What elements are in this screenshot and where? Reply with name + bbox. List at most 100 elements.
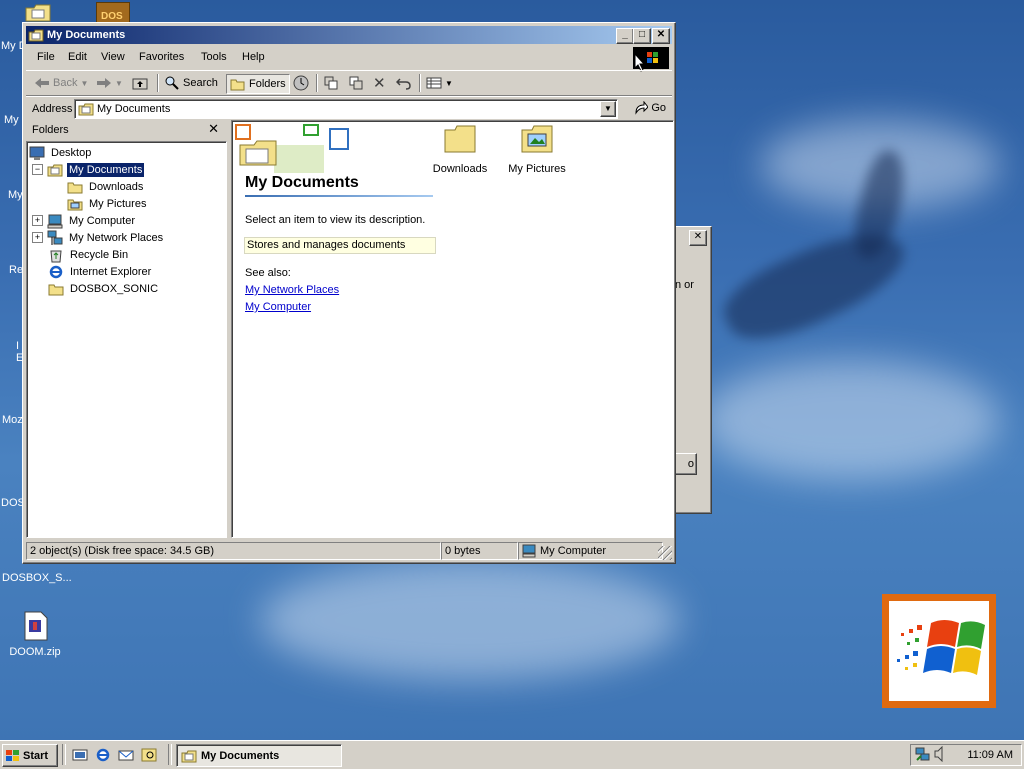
search-icon (165, 76, 179, 90)
background-dialog-text: n or (675, 279, 694, 291)
tree-item-dosbox-sonic[interactable]: DOSBOX_SONIC (48, 280, 160, 297)
tree-item-label: My Network Places (69, 231, 164, 244)
expand-icon[interactable]: + (32, 232, 43, 243)
menu-tools[interactable]: Tools (201, 51, 227, 63)
back-button[interactable]: Back ▼ (34, 74, 88, 92)
file-item-my-pictures[interactable]: My Pictures (504, 124, 570, 175)
cloud (260, 560, 680, 680)
link-my-network-places[interactable]: My Network Places (245, 284, 339, 296)
desktop-label-dosbox-sonic[interactable]: DOSBOX_S... (2, 572, 72, 584)
desktop-icon-label: DOOM.zip (9, 646, 61, 658)
folders-button[interactable]: Folders (226, 74, 290, 94)
search-button[interactable]: Search (164, 74, 218, 92)
standard-toolbar: Back ▼ ▼ Search Folders ✕ ▼ (26, 70, 672, 96)
network-status-icon[interactable] (915, 746, 931, 762)
link-my-computer[interactable]: My Computer (245, 301, 311, 313)
address-dropdown-button[interactable]: ▼ (600, 101, 616, 117)
expand-icon[interactable]: + (32, 215, 43, 226)
dropdown-arrow-icon: ▼ (80, 78, 89, 88)
my-documents-icon (28, 27, 44, 43)
tree-item-my-pictures[interactable]: My Pictures (67, 195, 148, 212)
title-bar[interactable]: My Documents _ □ ✕ (26, 26, 672, 44)
views-icon (426, 77, 442, 89)
volume-icon[interactable] (933, 746, 947, 762)
search-label: Search (183, 77, 218, 89)
tree-item-label: My Pictures (89, 197, 147, 210)
history-button[interactable] (292, 74, 310, 92)
folder-banner-graphic (234, 123, 354, 173)
dropdown-arrow-icon: ▼ (445, 78, 453, 88)
tree-item-downloads[interactable]: Downloads (67, 178, 145, 195)
folders-pane-header: Folders ✕ (26, 120, 225, 140)
tree-item-my-computer[interactable]: + My Computer (32, 212, 137, 229)
desktop-label[interactable]: Moz (2, 414, 23, 426)
folder-banner-icon (235, 124, 349, 173)
maximize-button[interactable]: □ (633, 28, 651, 44)
menu-help[interactable]: Help (242, 51, 265, 63)
address-input[interactable]: My Documents ▼ (74, 99, 618, 119)
views-button[interactable]: ▼ (426, 74, 453, 92)
heading-underline (245, 195, 433, 197)
move-to-button[interactable] (323, 74, 339, 92)
tree-item-my-documents[interactable]: − My Documents (32, 161, 146, 178)
tree-item-my-network-places[interactable]: + My Network Places (32, 229, 165, 246)
menu-file[interactable]: File (37, 51, 55, 63)
desktop-label[interactable]: I (16, 340, 19, 352)
resize-grip-icon[interactable] (658, 546, 672, 560)
menu-favorites[interactable]: Favorites (139, 51, 184, 63)
status-bar: 2 object(s) (Disk free space: 34.5 GB) 0… (26, 542, 672, 560)
system-tray: 11:09 AM (910, 744, 1022, 766)
explorer-icon[interactable] (141, 747, 157, 763)
menu-edit[interactable]: Edit (68, 51, 87, 63)
taskbar: Start My Documents 11:09 AM (0, 740, 1024, 769)
undo-button[interactable] (396, 74, 412, 92)
tree-item-internet-explorer[interactable]: Internet Explorer (48, 263, 153, 280)
file-item-downloads[interactable]: Downloads (428, 124, 492, 175)
folders-pane-title: Folders (32, 124, 69, 136)
my-pictures-icon (521, 125, 553, 153)
tree-item-label: Internet Explorer (70, 265, 152, 278)
tree-item-label: My Computer (69, 214, 136, 227)
show-desktop-icon[interactable] (72, 747, 88, 763)
tree-item-recycle-bin[interactable]: Recycle Bin (48, 246, 130, 263)
tree-item-label: Recycle Bin (70, 248, 129, 261)
menu-view[interactable]: View (101, 51, 125, 63)
background-dialog-close-button[interactable]: ✕ (689, 230, 707, 246)
delete-button[interactable]: ✕ (373, 74, 386, 92)
copy-to-button[interactable] (348, 74, 364, 92)
ie-icon[interactable] (95, 747, 111, 763)
ie-icon (49, 265, 63, 278)
forward-button[interactable]: ▼ (96, 74, 123, 92)
menu-bar: File Edit View Favorites Tools Help (26, 46, 672, 72)
close-button[interactable]: ✕ (652, 28, 670, 44)
desktop-label[interactable]: My (8, 189, 23, 201)
desktop-label[interactable]: Re (9, 264, 23, 276)
clock[interactable]: 11:09 AM (967, 749, 1013, 761)
tree-item-label: Desktop (51, 146, 92, 159)
cloud (700, 360, 1000, 480)
forward-arrow-icon (97, 78, 111, 88)
desktop-icon-my-documents[interactable] (24, 2, 52, 22)
folder-icon (444, 125, 476, 153)
desktop-icon (29, 146, 45, 160)
desktop-label[interactable]: My (4, 114, 19, 126)
folders-pane-close-icon[interactable]: ✕ (208, 121, 219, 137)
my-pictures-icon (67, 199, 83, 210)
minimize-button[interactable]: _ (616, 28, 634, 44)
folder-icon (230, 79, 245, 91)
folders-pane: Folders ✕ Desktop − My Documents Downloa… (26, 120, 227, 538)
taskbar-separator (168, 744, 172, 765)
taskbar-button-my-documents[interactable]: My Documents (176, 744, 342, 767)
tree-item-desktop[interactable]: Desktop (29, 144, 93, 161)
collapse-icon[interactable]: − (32, 164, 43, 175)
status-location-label: My Computer (540, 545, 607, 557)
outlook-express-icon[interactable] (118, 747, 134, 763)
tree-item-label: Downloads (89, 180, 144, 193)
start-button[interactable]: Start (2, 744, 58, 767)
desktop-icon-doom[interactable]: DOOM.zip (0, 610, 70, 658)
copy-to-icon (349, 76, 363, 90)
go-button[interactable]: Go (634, 99, 666, 117)
up-button[interactable] (132, 74, 148, 92)
toolbar-separator (157, 74, 159, 92)
taskbar-separator (62, 744, 66, 765)
